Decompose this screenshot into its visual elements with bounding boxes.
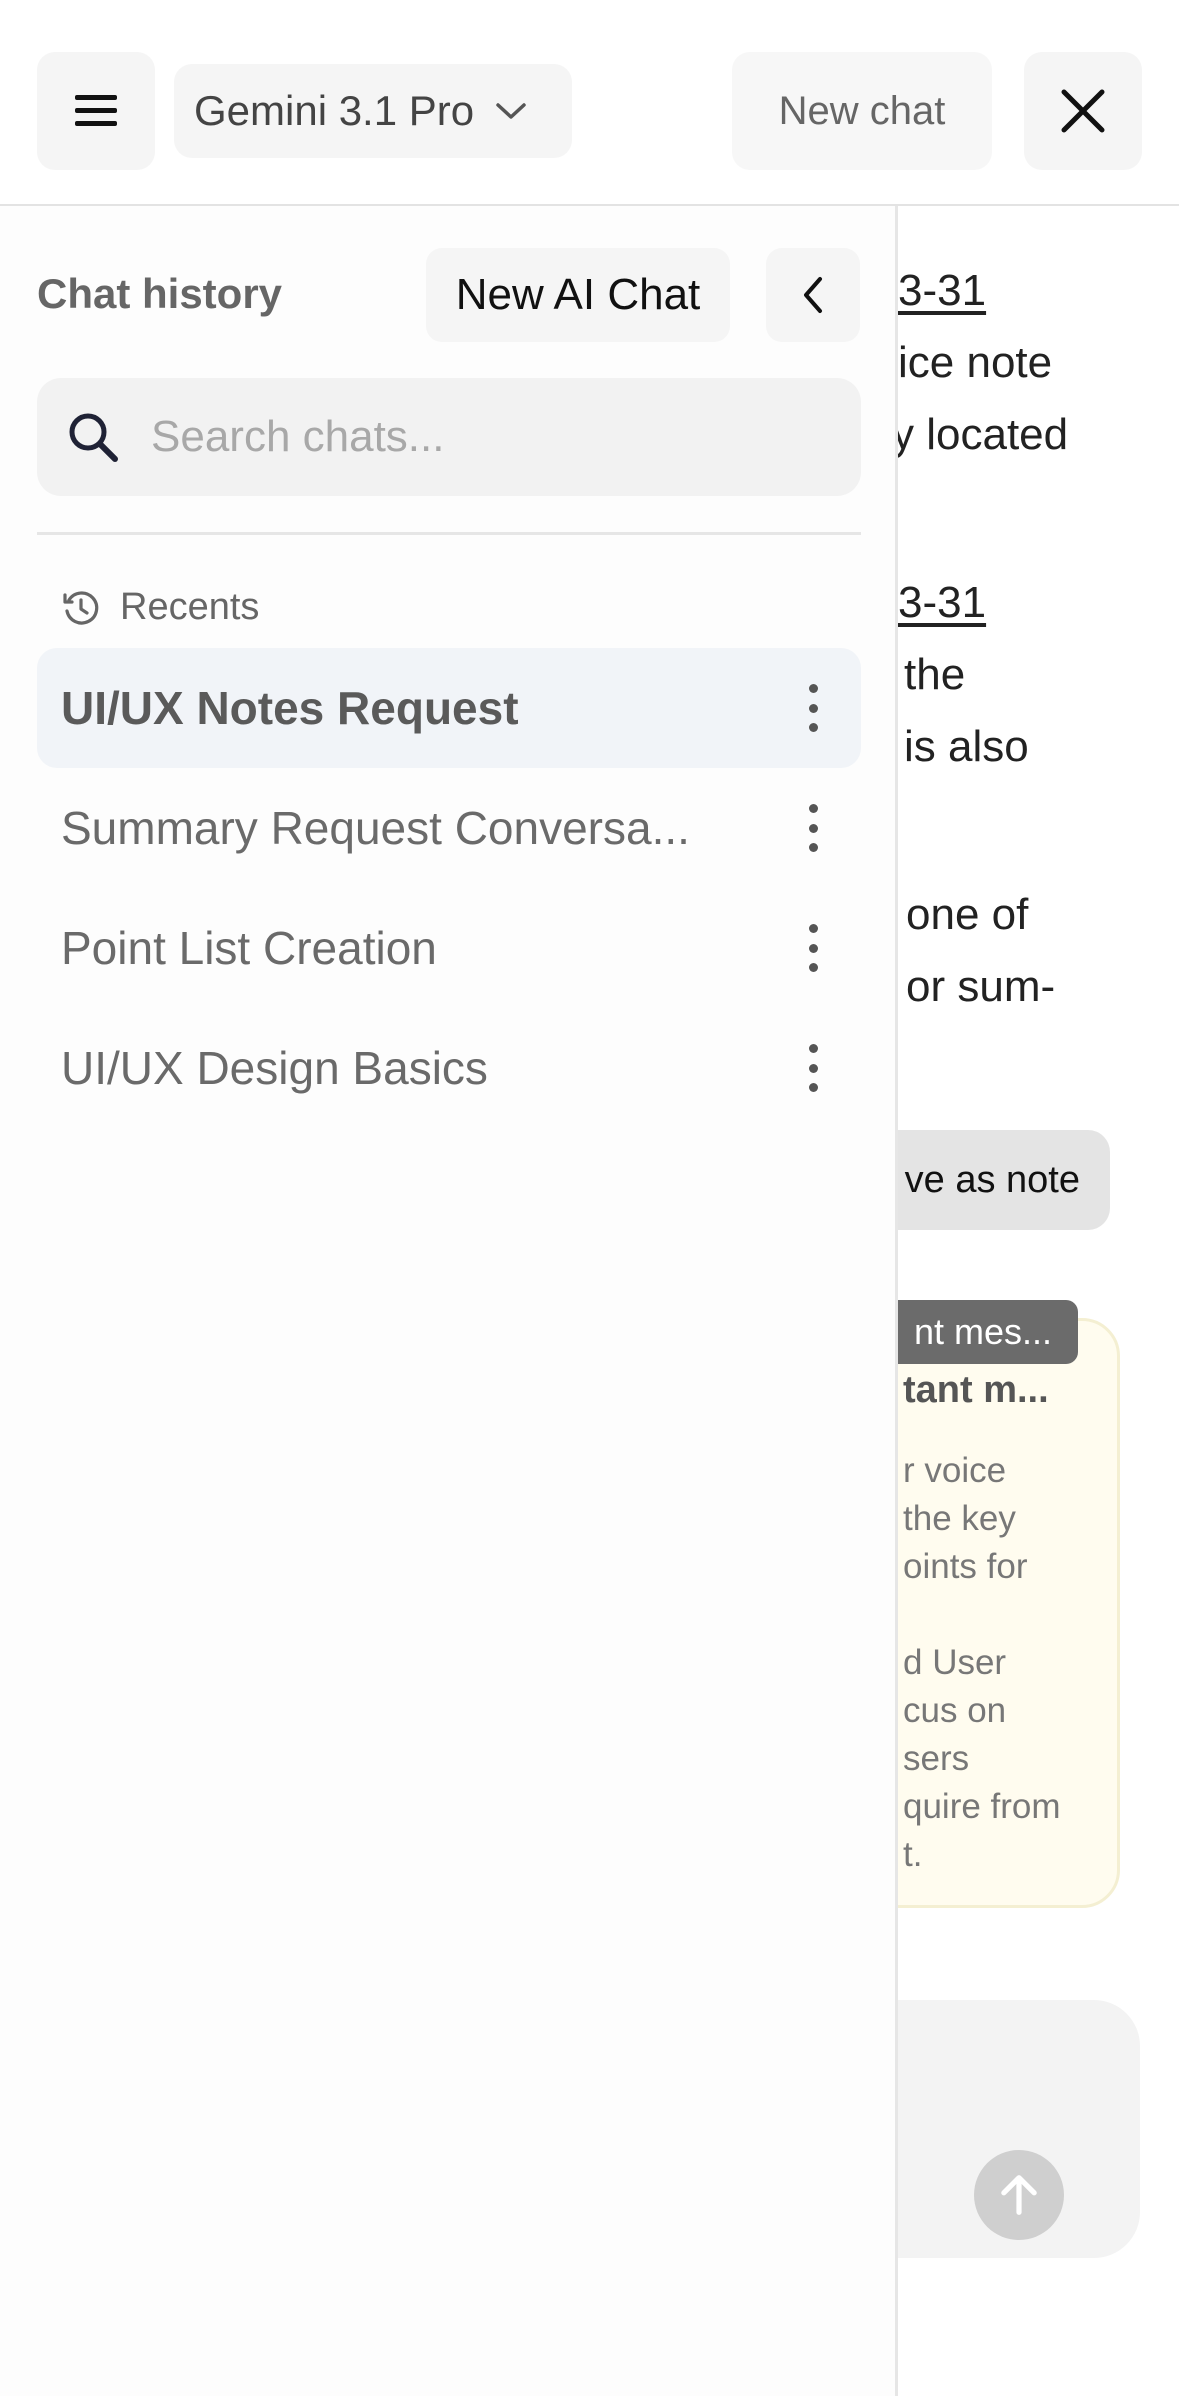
- model-label: Gemini 3.1 Pro: [194, 87, 475, 134]
- chat-history-sidebar: Chat history New AI Chat Recents UI/U: [0, 206, 898, 2396]
- chat-link-text[interactable]: 3-31: [898, 578, 986, 628]
- top-bar: Gemini 3.1 Pro New chat: [0, 0, 1179, 206]
- chat-text-line: or sum-: [906, 962, 1056, 1011]
- more-options-icon[interactable]: [801, 684, 825, 732]
- send-button[interactable]: [974, 2150, 1064, 2240]
- chat-history-item-title: UI/UX Design Basics: [61, 1042, 488, 1094]
- chat-history-item-title: Point List Creation: [61, 922, 437, 974]
- chat-text-line: ice note: [898, 338, 1053, 387]
- search-icon: [69, 413, 118, 462]
- recents-label: Recents: [120, 586, 260, 628]
- close-button[interactable]: [1024, 52, 1142, 170]
- search-input[interactable]: [151, 412, 851, 462]
- search-box[interactable]: [37, 378, 861, 496]
- new-ai-chat-button[interactable]: New AI Chat: [426, 248, 730, 342]
- message-input-box[interactable]: [898, 2000, 1140, 2258]
- chat-text-line: one of: [906, 890, 1029, 939]
- more-options-icon[interactable]: [801, 804, 825, 852]
- note-card-line: oints for: [903, 1547, 1028, 1586]
- arrow-up-icon: [1001, 2175, 1037, 2215]
- menu-button[interactable]: [37, 52, 155, 170]
- more-options-icon[interactable]: [801, 1044, 825, 1092]
- note-card[interactable]: tant m... r voice the key oints for d Us…: [898, 1318, 1120, 1908]
- chat-text-line: is also: [904, 722, 1029, 771]
- sidebar-title: Chat history: [37, 270, 283, 317]
- menu-icon: [75, 95, 117, 126]
- note-card-line: t.: [903, 1835, 923, 1874]
- note-card-line: r voice: [903, 1451, 1007, 1490]
- chat-history-item[interactable]: UI/UX Design Basics: [37, 1008, 861, 1128]
- note-card-line: d User: [903, 1643, 1007, 1682]
- note-card-line: the key: [903, 1499, 1016, 1538]
- chevron-down-icon: [494, 99, 528, 123]
- divider: [37, 532, 861, 535]
- app-screen: 3-31 ice note y located 3-31 the is also…: [0, 0, 1179, 2396]
- chat-history-item[interactable]: Summary Request Conversa...: [37, 768, 861, 888]
- note-card-tag: nt mes...: [898, 1300, 1078, 1364]
- chat-history-item-title: Summary Request Conversa...: [61, 802, 690, 854]
- chat-history-item-title: UI/UX Notes Request: [61, 682, 519, 734]
- chat-text-line: y located: [898, 410, 1069, 459]
- save-as-note-button[interactable]: ve as note: [898, 1130, 1110, 1230]
- chevron-left-icon: [804, 277, 822, 313]
- chat-link-text[interactable]: 3-31: [898, 266, 986, 316]
- history-icon: [63, 590, 99, 625]
- chat-content-area: 3-31 ice note y located 3-31 the is also…: [898, 206, 1179, 2396]
- model-selector[interactable]: Gemini 3.1 Pro: [174, 64, 572, 158]
- chat-history-item[interactable]: UI/UX Notes Request: [37, 648, 861, 768]
- chat-text-line: the: [904, 650, 966, 699]
- close-icon: [1061, 89, 1105, 133]
- note-card-line: quire from: [903, 1787, 1061, 1826]
- recents-header: Recents: [60, 586, 259, 629]
- more-options-icon[interactable]: [801, 924, 825, 972]
- note-card-title: tant m...: [903, 1369, 1049, 1411]
- collapse-sidebar-button[interactable]: [766, 248, 860, 342]
- new-chat-button[interactable]: New chat: [732, 52, 992, 170]
- note-card-line: cus on: [903, 1691, 1007, 1730]
- note-card-line: sers: [903, 1739, 970, 1778]
- chat-history-item[interactable]: Point List Creation: [37, 888, 861, 1008]
